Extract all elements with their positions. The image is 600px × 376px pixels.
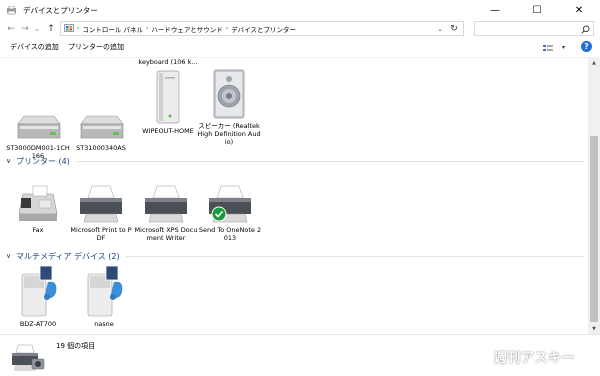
back-button[interactable]: ← [4,21,18,37]
device-item[interactable]: ST31000340AS [69,90,133,152]
printer-label: Microsoft XPS Document Writer [134,226,198,242]
devices-printers-icon [6,5,17,15]
view-options-button[interactable]: ▾ [543,42,565,53]
address-dropdown-icon[interactable]: ⌄ [435,22,445,35]
media-device-icon [78,264,130,318]
media-device-item[interactable]: BDZ-AT700 [6,264,70,328]
add-device-button[interactable]: デバイスの追加 [10,42,59,52]
maximize-button[interactable]: ☐ [516,0,558,20]
watermark: 週刊アスキー [494,351,576,366]
up-button[interactable]: ↑ [44,21,58,37]
devices-list: ST3000DM001-1CH166 ST31000340AS keyboard… [0,58,588,334]
computer-tower-icon [142,69,194,125]
search-input[interactable] [474,21,594,36]
details-pane: 19 個の項目 週刊アスキー [0,334,600,376]
device-item[interactable]: スピーカー (Realtek High Definition Audio) [197,68,261,146]
media-device-icon [12,264,64,318]
view-icon [543,44,553,52]
scroll-thumb[interactable] [590,136,598,322]
media-device-label: BDZ-AT700 [19,320,57,328]
printer-icon [140,182,192,224]
command-bar: デバイスの追加 プリンターの追加 ▾ ? [0,38,600,58]
printer-item[interactable]: Microsoft XPS Document Writer [134,182,198,242]
printer-label: Send To OneNote 2013 [198,226,262,242]
breadcrumb-separator: › [225,25,229,32]
scroll-down-icon[interactable]: ▼ [588,324,600,334]
section-header-printers[interactable]: ∨ プリンター (4) [0,155,588,167]
breadcrumb-separator: › [145,25,149,32]
breadcrumb-control-panel[interactable]: コントロール パネル [82,24,143,34]
section-divider [75,160,584,162]
hard-drive-icon [12,90,64,142]
chevron-down-icon: ∨ [6,252,12,260]
refresh-icon[interactable]: ↻ [448,22,460,35]
chevron-down-icon: ▾ [561,44,565,51]
device-item[interactable]: ST3000DM001-1CH166 [6,90,70,160]
printer-icon [75,182,127,224]
device-item[interactable]: keyboard (106 k... WIPEOUT-HOME [136,58,200,135]
section-title: プリンター (4) [16,156,70,166]
breadcrumb-separator: › [77,25,80,32]
breadcrumb-devices-printers[interactable]: デバイスとプリンター [231,24,296,34]
media-device-item[interactable]: nasne [72,264,136,328]
device-label: WIPEOUT-HOME [142,127,194,135]
device-label: ST31000340AS [76,144,126,152]
speaker-icon [203,68,255,120]
printer-default-icon [204,182,256,224]
add-printer-button[interactable]: プリンターの追加 [68,42,124,52]
scroll-up-icon[interactable]: ▲ [588,58,600,68]
breadcrumb-hardware-sound[interactable]: ハードウェアとサウンド [151,24,222,34]
help-button[interactable]: ? [581,41,592,52]
control-panel-icon [64,24,74,33]
printer-label: Microsoft Print to PDF [70,226,132,242]
close-button[interactable]: ✕ [558,0,600,20]
printer-item[interactable]: Fax [6,182,70,234]
title-bar: デバイスとプリンター — ☐ ✕ [0,0,600,20]
chevron-down-icon: ∨ [6,157,12,165]
section-title: マルチメディア デバイス (2) [16,251,120,261]
forward-button[interactable]: → [18,21,32,37]
recent-locations-button[interactable]: ⌄ [32,21,42,37]
item-count: 19 個の項目 [56,342,96,350]
search-icon[interactable] [579,23,591,35]
devices-printers-large-icon [10,341,46,373]
hard-drive-icon [75,90,127,142]
address-box[interactable]: › コントロール パネル › ハードウェアとサウンド › デバイスとプリンター … [60,21,464,36]
media-device-label: nasne [94,320,114,328]
printer-item[interactable]: Send To OneNote 2013 [198,182,262,242]
device-label-partial: keyboard (106 k... [138,58,198,66]
vertical-scrollbar[interactable]: ▲ ▼ [588,58,600,334]
section-header-multimedia[interactable]: ∨ マルチメディア デバイス (2) [0,250,588,262]
printer-item[interactable]: Microsoft Print to PDF [69,182,133,242]
printer-label: Fax [32,226,44,234]
fax-icon [12,182,64,224]
minimize-button[interactable]: — [474,0,516,20]
device-label: スピーカー (Realtek High Definition Audio) [197,122,261,146]
window-title: デバイスとプリンター [23,5,98,15]
address-bar-row: ← → ⌄ ↑ › コントロール パネル › ハードウェアとサウンド › デバイ… [0,20,600,38]
section-divider [125,255,584,257]
